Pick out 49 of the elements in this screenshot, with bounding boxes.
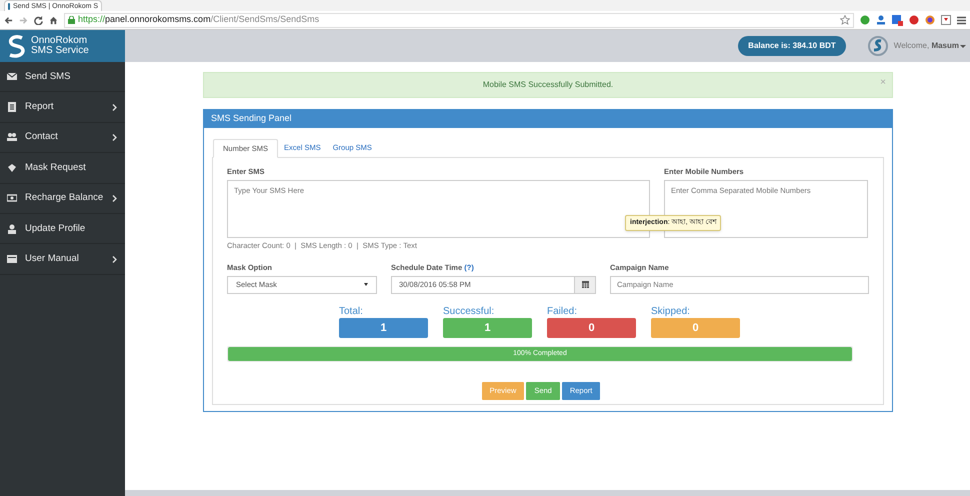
sidebar-item[interactable]: Update Profile — [0, 214, 125, 244]
panel-title: SMS Sending Panel — [211, 112, 292, 126]
menu-icon[interactable] — [957, 16, 966, 24]
lock-icon — [68, 16, 75, 24]
sidebar-item[interactable]: Mask Request — [0, 153, 125, 184]
balance-badge: Balance is: 384.10 BDT — [738, 36, 846, 56]
back-icon[interactable] — [4, 16, 13, 24]
users-icon — [7, 132, 17, 142]
user-logo-icon — [868, 36, 888, 56]
sidebar-item[interactable]: User Manual — [0, 244, 125, 275]
brand-tagline: SMS Service — [31, 46, 89, 56]
caret-icon — [960, 44, 966, 48]
stat-label: Skipped: — [651, 306, 691, 318]
alert-message: Mobile SMS Successfully Submitted. — [482, 79, 614, 91]
url-path: /Client/SendSms/SendSms — [210, 14, 320, 24]
reload-icon[interactable] — [34, 16, 43, 24]
stat-value: 1 — [443, 318, 532, 338]
sidebar-item[interactable]: Contact — [0, 122, 125, 154]
stat-value: 1 — [339, 318, 428, 338]
stat-value: 0 — [547, 318, 636, 338]
stat-label: Successful: — [443, 306, 496, 318]
welcome-text: Welcome, — [894, 41, 930, 50]
brand-name: OnnoRokom — [31, 36, 88, 46]
extension-icon[interactable] — [941, 15, 951, 25]
stat-value: 0 — [651, 318, 740, 338]
extension-icon[interactable] — [876, 15, 886, 25]
star-icon[interactable] — [840, 15, 850, 25]
calendar-icon — [582, 281, 588, 288]
address-bar[interactable]: https://panel.onnorokomsms.com/Client/SendSms/SendSms — [64, 12, 854, 28]
sidebar-item[interactable]: Send SMS — [0, 62, 125, 92]
user-icon — [7, 224, 17, 234]
money-icon — [7, 193, 17, 204]
sidebar-item[interactable]: Recharge Balance — [0, 184, 125, 214]
document-icon — [7, 102, 17, 112]
extension-icon[interactable] — [860, 15, 870, 25]
url-host: panel.onnorokomsms.com — [105, 14, 211, 24]
book-icon — [7, 254, 17, 264]
home-icon[interactable] — [49, 16, 58, 24]
extension-icon[interactable] — [892, 14, 903, 26]
calendar-button[interactable] — [575, 276, 596, 294]
caret-icon — [364, 283, 368, 286]
user-menu[interactable]: Masum — [931, 41, 959, 50]
stat-label: Failed: — [547, 306, 578, 318]
diamond-icon — [7, 162, 17, 173]
stat-label: Total: — [339, 306, 364, 318]
url-scheme: https:// — [78, 14, 106, 24]
envelope-icon — [7, 72, 17, 82]
brand-logo[interactable]: OnnoRokom SMS Service — [0, 30, 125, 62]
sidebar-item[interactable]: Report — [0, 92, 125, 123]
